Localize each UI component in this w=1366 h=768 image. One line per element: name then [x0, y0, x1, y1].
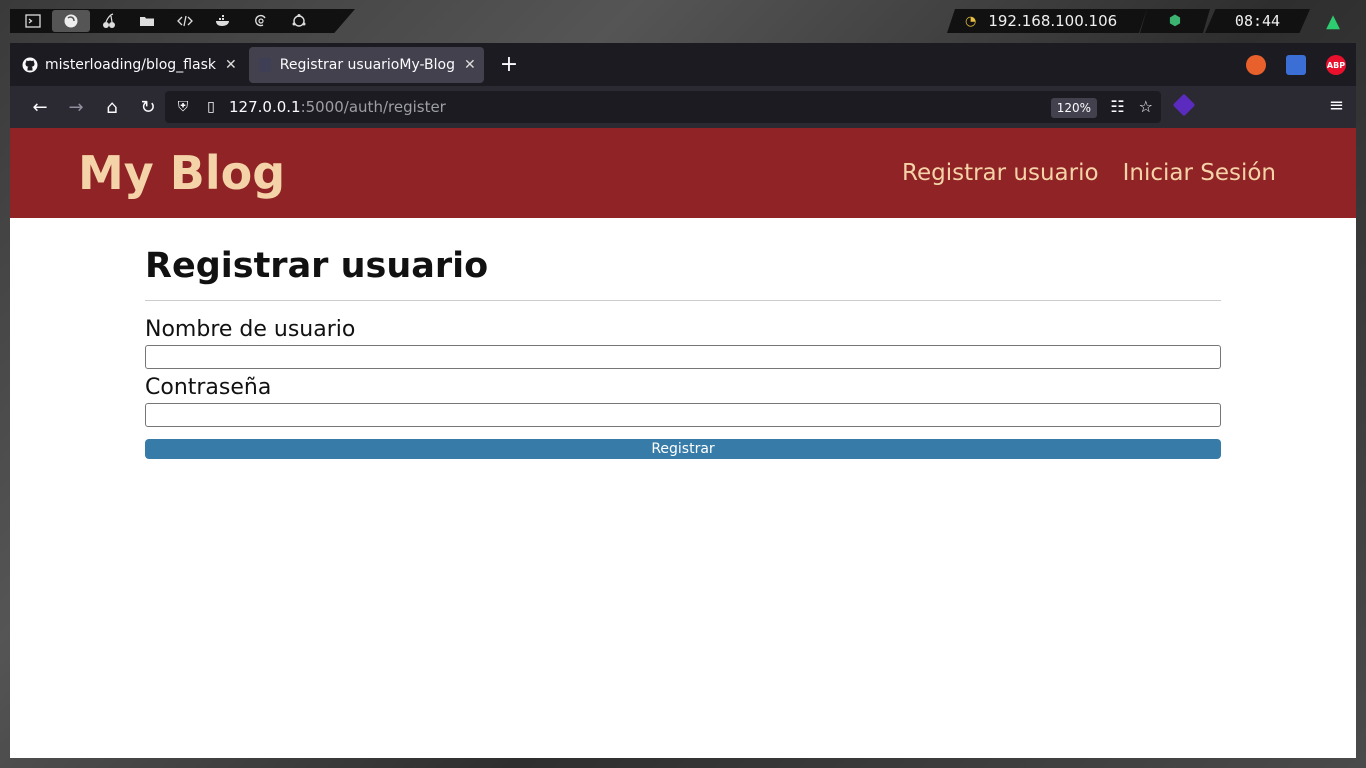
- tab-register[interactable]: Registrar usuarioMy-Blog ✕: [248, 46, 484, 83]
- register-form-section: Registrar usuario Nombre de usuario Cont…: [145, 218, 1221, 459]
- site-title[interactable]: My Blog: [78, 146, 285, 200]
- fox-extension-icon[interactable]: [1246, 55, 1266, 75]
- url-host: 127.0.0.1: [229, 98, 301, 116]
- username-input[interactable]: [145, 345, 1221, 369]
- firefox-icon[interactable]: [52, 10, 90, 32]
- tab-title: Registrar usuarioMy-Blog: [279, 56, 455, 73]
- url-path: :5000/auth/register: [300, 98, 446, 116]
- login-link[interactable]: Iniciar Sesión: [1123, 160, 1276, 186]
- close-tab-icon[interactable]: ✕: [225, 57, 237, 73]
- github-icon: [22, 57, 38, 73]
- ubuntu-icon[interactable]: [280, 10, 318, 32]
- abp-extension-icon[interactable]: ABP: [1326, 55, 1346, 75]
- reload-icon[interactable]: ↻: [130, 92, 166, 122]
- wifi-icon: ◔: [965, 13, 977, 29]
- code-icon[interactable]: [166, 10, 204, 32]
- tab-github[interactable]: misterloading/blog_flask ✕: [14, 47, 245, 83]
- navigation-bar: ← → ⌂ ↻ ⛨ ▯ 127.0.0.1:5000/auth/register…: [10, 86, 1356, 128]
- workspace-bar: [10, 9, 355, 33]
- register-form: Nombre de usuario Contraseña Registrar: [145, 317, 1221, 459]
- pocket-extension-icon[interactable]: [1172, 93, 1196, 117]
- home-icon[interactable]: ⌂: [94, 92, 130, 122]
- web-page: My Blog Registrar usuario Iniciar Sesión…: [10, 128, 1356, 758]
- password-input[interactable]: [145, 403, 1221, 427]
- network-status: ◔ 192.168.100.106: [947, 9, 1147, 33]
- translate-extension-icon[interactable]: [1286, 55, 1306, 75]
- back-icon[interactable]: ←: [22, 92, 58, 122]
- ip-address: 192.168.100.106: [988, 12, 1118, 30]
- page-info-icon[interactable]: ▯: [201, 99, 221, 115]
- address-bar[interactable]: ⛨ ▯ 127.0.0.1:5000/auth/register 120% ☷ …: [165, 91, 1161, 123]
- browser-window: misterloading/blog_flask ✕ Registrar usu…: [10, 43, 1356, 758]
- vpn-cube-icon: ⬢: [1140, 9, 1210, 33]
- new-tab-button[interactable]: +: [500, 52, 518, 77]
- bookmark-star-icon[interactable]: ☆: [1139, 97, 1153, 116]
- site-nav: Registrar usuario Iniciar Sesión: [902, 160, 1276, 186]
- tab-bar: misterloading/blog_flask ✕ Registrar usu…: [10, 43, 1356, 86]
- username-label: Nombre de usuario: [145, 317, 356, 342]
- close-tab-icon[interactable]: ✕: [464, 57, 476, 73]
- shield-icon[interactable]: ⛨: [173, 99, 193, 115]
- register-link[interactable]: Registrar usuario: [902, 160, 1099, 186]
- clock: 08:44: [1205, 9, 1310, 33]
- cherry-icon[interactable]: [90, 10, 128, 32]
- register-button[interactable]: Registrar: [145, 439, 1221, 459]
- terminal-icon[interactable]: [14, 10, 52, 32]
- hamburger-menu-icon[interactable]: ≡: [1329, 95, 1344, 116]
- site-header: My Blog Registrar usuario Iniciar Sesión: [10, 128, 1356, 218]
- tab-title: misterloading/blog_flask: [45, 56, 216, 73]
- arch-logo-icon[interactable]: ▲: [1318, 9, 1348, 33]
- page-title: Registrar usuario: [145, 246, 1221, 301]
- debian-icon[interactable]: [242, 10, 280, 32]
- docker-icon[interactable]: [204, 10, 242, 32]
- folder-icon[interactable]: [128, 10, 166, 32]
- zoom-badge[interactable]: 120%: [1050, 98, 1097, 118]
- password-label: Contraseña: [145, 375, 272, 400]
- system-top-bar: ◔ 192.168.100.106 ⬢ 08:44 ▲: [0, 0, 1366, 42]
- page-icon: [257, 57, 273, 73]
- translate-page-icon[interactable]: ☷: [1110, 97, 1124, 116]
- forward-icon[interactable]: →: [58, 92, 94, 122]
